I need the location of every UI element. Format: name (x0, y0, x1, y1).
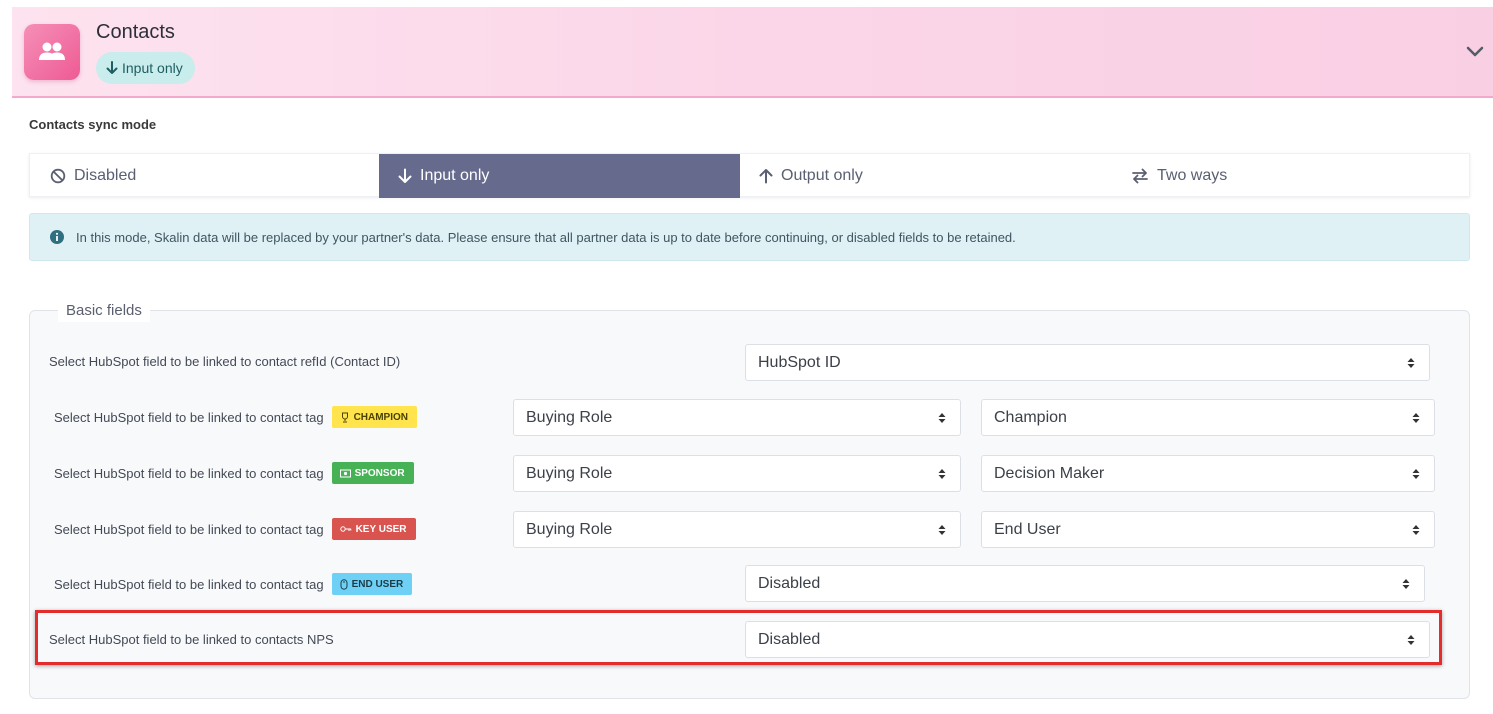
field-label-tag-key-user: Select HubSpot field to be linked to con… (54, 518, 416, 540)
info-text: In this mode, Skalin data will be replac… (76, 229, 1016, 245)
tag-label: SPONSOR (354, 467, 405, 479)
select-value: Buying Role (526, 464, 613, 482)
tab-label: Disabled (74, 167, 137, 184)
arrow-down-icon (106, 61, 118, 74)
tab-label: Input only (420, 167, 490, 184)
tag-champion: CHAMPION (331, 406, 418, 428)
select-value: Disabled (758, 574, 821, 592)
tab-label: Output only (781, 167, 863, 184)
key-user-value-select[interactable]: End User (981, 511, 1435, 548)
tab-input-only[interactable]: Input only (379, 154, 740, 198)
sort-caret-icon (938, 525, 946, 535)
field-label-text: Select HubSpot field to be linked to con… (54, 409, 324, 425)
sort-caret-icon (1407, 358, 1415, 368)
contacts-header[interactable]: Contacts Input only (12, 7, 1493, 98)
select-value: Decision Maker (994, 464, 1105, 482)
mode-badge-label: Input only (122, 60, 183, 76)
contacts-app-icon (24, 24, 80, 80)
sort-caret-icon (1412, 413, 1420, 423)
field-label-ref-id: Select HubSpot field to be linked to con… (49, 354, 400, 369)
arrow-up-icon (759, 169, 773, 184)
sort-caret-icon (1402, 579, 1410, 589)
tag-key-user: KEY USER (331, 518, 416, 540)
field-label-text: Select HubSpot field to be linked to con… (54, 576, 324, 592)
exchange-icon (1132, 168, 1148, 184)
tab-disabled[interactable]: Disabled (50, 154, 136, 198)
sponsor-field-select[interactable]: Buying Role (513, 455, 961, 492)
sort-caret-icon (938, 413, 946, 423)
sort-caret-icon (1412, 525, 1420, 535)
select-value: Buying Role (526, 520, 613, 538)
trophy-icon (341, 412, 348, 422)
select-value: End User (994, 520, 1061, 538)
nps-highlight-box (35, 610, 1442, 665)
end-user-select[interactable]: Disabled (745, 565, 1425, 602)
users-icon (39, 42, 65, 60)
champion-value-select[interactable]: Champion (981, 399, 1435, 436)
field-label-tag-champion: Select HubSpot field to be linked to con… (54, 406, 418, 428)
key-user-field-select[interactable]: Buying Role (513, 511, 961, 548)
sync-mode-label: Contacts sync mode (29, 117, 157, 132)
field-label-tag-end-user: Select HubSpot field to be linked to con… (54, 573, 413, 595)
basic-fields-legend: Basic fields (58, 300, 150, 322)
field-label-tag-sponsor: Select HubSpot field to be linked to con… (54, 462, 414, 484)
champion-field-select[interactable]: Buying Role (513, 399, 961, 436)
field-label-text: Select HubSpot field to be linked to con… (49, 354, 401, 369)
page-title: Contacts (96, 21, 175, 43)
tag-label: CHAMPION (353, 411, 409, 423)
tab-output-only[interactable]: Output only (759, 154, 863, 198)
info-circle-icon (50, 230, 64, 244)
ref-id-select[interactable]: HubSpot ID (745, 344, 1430, 381)
ban-icon (50, 168, 66, 184)
sort-caret-icon (1412, 469, 1420, 479)
tag-sponsor: SPONSOR (331, 462, 414, 484)
tag-label: END USER (351, 578, 404, 590)
mouse-icon (340, 578, 348, 590)
key-icon (339, 526, 351, 532)
sync-mode-tabs: Disabled Input only Output only Two ways (29, 153, 1470, 198)
select-value: Buying Role (526, 408, 613, 426)
field-label-text: Select HubSpot field to be linked to con… (54, 465, 324, 481)
select-value: HubSpot ID (758, 353, 841, 371)
sort-caret-icon (938, 469, 946, 479)
arrow-down-icon (398, 168, 412, 183)
tag-end-user: END USER (331, 573, 413, 595)
select-value: Champion (994, 408, 1067, 426)
chevron-down-icon[interactable] (1463, 39, 1487, 63)
info-alert: In this mode, Skalin data will be replac… (29, 213, 1470, 261)
money-bill-icon (339, 469, 351, 477)
mode-badge: Input only (96, 52, 195, 84)
sponsor-value-select[interactable]: Decision Maker (981, 455, 1435, 492)
tab-two-ways[interactable]: Two ways (1131, 154, 1227, 198)
tab-label: Two ways (1157, 167, 1228, 184)
tag-label: KEY USER (355, 523, 407, 535)
top-strip (0, 0, 1493, 7)
field-label-text: Select HubSpot field to be linked to con… (54, 521, 324, 537)
